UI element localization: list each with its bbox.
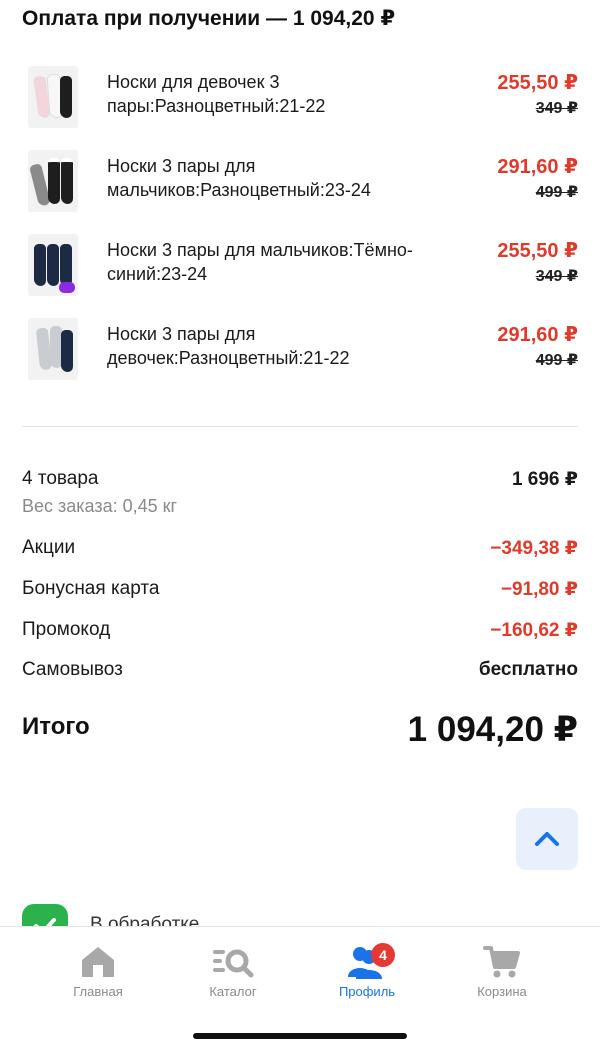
scroll-to-top-button[interactable]	[516, 808, 578, 870]
tab-label: Главная	[73, 984, 123, 999]
total-value: 1 094,20 ₽	[407, 710, 578, 749]
subtotal-value: 1 696 ₽	[511, 469, 578, 490]
tab-label: Каталог	[209, 984, 257, 999]
chevron-up-icon	[535, 832, 559, 846]
promocode-value: −160,62 ₽	[490, 620, 578, 641]
summary-pickup-row: Самовывоз бесплатно	[22, 659, 578, 687]
summary-promo-row: Акции −349,38 ₽	[22, 537, 578, 565]
item-price: 255,50 ₽	[497, 240, 578, 262]
tab-profile[interactable]: 4 Профиль	[307, 943, 427, 1009]
item-price: 291,60 ₽	[497, 156, 578, 178]
pink-socks-thumbnail	[28, 66, 78, 128]
total-label: Итого	[22, 713, 90, 740]
tab-home[interactable]: Главная	[38, 945, 158, 1009]
cart-icon	[483, 946, 520, 978]
item-price: 255,50 ₽	[497, 72, 578, 94]
summary-items-row: 4 товара 1 696 ₽	[22, 468, 578, 496]
grey-striped-socks-thumbnail	[28, 150, 78, 212]
divider	[22, 426, 578, 427]
item-name: Носки для девочек 3 пары:Разноцветный:21…	[107, 72, 326, 116]
tab-catalog[interactable]: Каталог	[173, 945, 293, 1009]
order-item[interactable]: Носки 3 пары для мальчиков:Тёмно-синий:2…	[22, 234, 578, 304]
promo-sticker-icon	[59, 282, 75, 293]
item-old-price: 349 ₽	[535, 100, 578, 117]
profile-notification-badge: 4	[371, 943, 395, 967]
bonus-card-label: Бонусная карта	[22, 578, 160, 599]
tab-cart[interactable]: Корзина	[442, 945, 562, 1009]
promo-value: −349,38 ₽	[490, 538, 578, 559]
tab-label: Профиль	[338, 984, 396, 999]
item-old-price: 499 ₽	[535, 352, 578, 369]
tab-label: Корзина	[477, 984, 527, 999]
item-price: 291,60 ₽	[497, 324, 578, 346]
items-count-label: 4 товара	[22, 468, 99, 489]
home-icon	[82, 947, 114, 977]
item-old-price: 499 ₽	[535, 184, 578, 201]
item-old-price: 349 ₽	[535, 268, 578, 285]
summary-bonus-row: Бонусная карта −91,80 ₽	[22, 578, 578, 606]
order-item[interactable]: Носки 3 пары для мальчиков:Разноцветный:…	[22, 150, 578, 220]
promo-label: Акции	[22, 537, 76, 558]
order-item[interactable]: Носки 3 пары для девочек:Разноцветный:21…	[22, 318, 578, 388]
catalog-search-icon	[213, 949, 254, 978]
navy-socks-thumbnail	[28, 234, 78, 296]
bonus-card-value: −91,80 ₽	[500, 579, 578, 600]
pickup-value: бесплатно	[478, 659, 578, 680]
home-indicator	[193, 1033, 407, 1039]
page-title: Оплата при получении — 1 094,20 ₽	[22, 7, 396, 30]
item-name: Носки 3 пары для мальчиков:Тёмно-синий:2…	[107, 240, 413, 284]
order-weight: Вес заказа: 0,45 кг	[22, 496, 178, 516]
item-name: Носки 3 пары для мальчиков:Разноцветный:…	[107, 156, 371, 200]
summary-promocode-row: Промокод −160,62 ₽	[22, 619, 578, 647]
order-item[interactable]: Носки для девочек 3 пары:Разноцветный:21…	[22, 66, 578, 136]
pickup-label: Самовывоз	[22, 659, 123, 680]
grey-navy-socks-thumbnail	[28, 318, 78, 380]
promocode-label: Промокод	[22, 619, 111, 640]
item-name: Носки 3 пары для девочек:Разноцветный:21…	[107, 324, 350, 368]
